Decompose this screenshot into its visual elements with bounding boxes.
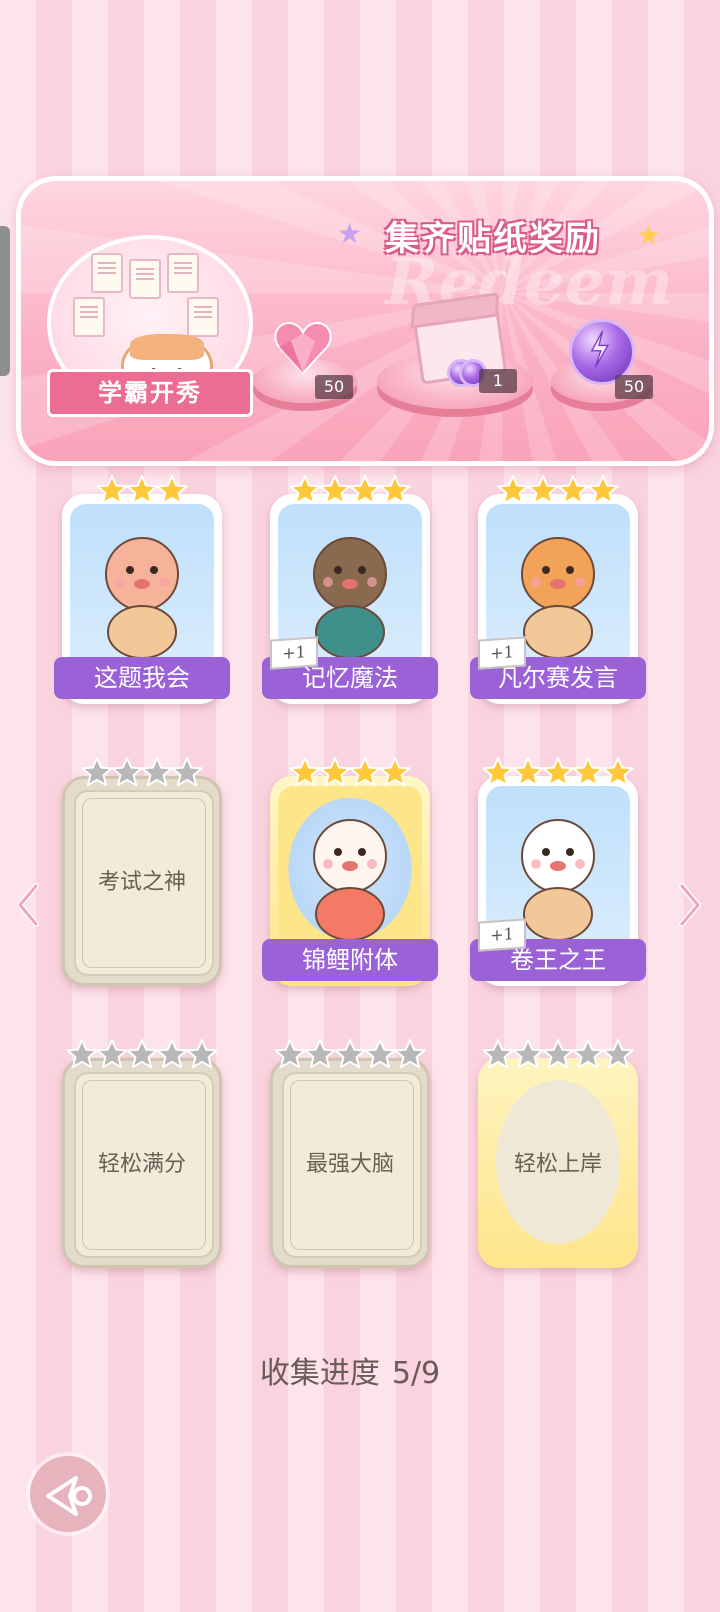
star-icon — [572, 756, 604, 788]
star-icon — [289, 756, 321, 788]
paper-icon — [129, 259, 161, 299]
sticker-name: 锦鲤附体 — [262, 939, 438, 981]
sticker-name: 轻松满分 — [97, 1152, 186, 1177]
star-icon — [497, 474, 529, 506]
back-arrow-icon — [46, 1476, 92, 1516]
sticker-name: 考试之神 — [97, 870, 186, 895]
back-button[interactable] — [30, 1456, 106, 1532]
star-icon — [542, 756, 574, 788]
paper-icon — [187, 297, 219, 337]
star-icon — [379, 474, 411, 506]
progress-label: 收集进度 — [259, 1356, 380, 1391]
star-icon — [96, 474, 128, 506]
sticker-name: 轻松上岸 — [513, 1152, 602, 1177]
star-icon — [319, 474, 351, 506]
star-icon — [482, 1038, 514, 1070]
star-icon — [126, 1038, 158, 1070]
bear-koi-icon — [278, 786, 422, 952]
progress-value: 5/9 — [391, 1356, 441, 1391]
sticker-card[interactable]: 轻松上岸 — [478, 1038, 638, 1268]
star-icon — [96, 1038, 128, 1070]
reward-count: 1 — [479, 369, 517, 393]
star-rating — [270, 474, 430, 508]
sticker-card[interactable]: 凡尔赛发言 +1 — [470, 474, 646, 704]
star-icon — [512, 756, 544, 788]
star-icon — [186, 1038, 218, 1070]
star-rating — [270, 756, 430, 790]
collection-progress: 收集进度 5/9 — [0, 1348, 700, 1392]
star-icon — [141, 756, 173, 788]
sticker-card[interactable]: 记忆魔法 +1 — [262, 474, 438, 704]
star-icon — [274, 1038, 306, 1070]
paper-icon — [91, 253, 123, 293]
sticker-card[interactable]: 卷王之王 +1 — [470, 756, 646, 986]
reward-banner: Redeem ★ 集齐贴纸奖励 ★ 学霸开秀 50 1 50 — [16, 176, 714, 466]
star-icon — [542, 1038, 574, 1070]
star-decoration-icon: ★ — [337, 217, 363, 250]
star-icon — [126, 474, 158, 506]
paper-icon — [167, 253, 199, 293]
star-icon — [364, 1038, 396, 1070]
star-icon — [512, 1038, 544, 1070]
star-icon — [394, 1038, 426, 1070]
star-icon — [379, 756, 411, 788]
star-icon — [482, 756, 514, 788]
star-decoration-icon: ★ — [637, 221, 661, 251]
star-icon — [171, 756, 203, 788]
star-icon — [602, 1038, 634, 1070]
star-icon — [602, 756, 634, 788]
star-icon — [527, 474, 559, 506]
banner-title: 集齐贴纸奖励 — [385, 219, 601, 259]
star-icon — [289, 474, 321, 506]
arrow-right-icon[interactable] — [676, 882, 704, 928]
star-icon — [156, 1038, 188, 1070]
paper-icon — [73, 297, 105, 337]
star-icon — [572, 1038, 604, 1070]
side-tab-handle[interactable] — [0, 226, 10, 376]
star-icon — [66, 1038, 98, 1070]
heart-gem-icon — [274, 321, 332, 375]
star-rating — [478, 474, 638, 508]
reward-count: 50 — [315, 375, 353, 399]
duplicate-count-badge: +1 — [478, 636, 526, 670]
star-icon — [349, 756, 381, 788]
star-rating — [270, 1038, 430, 1072]
bear-at-desk-icon — [70, 504, 214, 670]
reward-count: 50 — [615, 375, 653, 399]
star-icon — [111, 756, 143, 788]
sticker-name: 最强大脑 — [305, 1152, 394, 1177]
star-icon — [334, 1038, 366, 1070]
sticker-card[interactable]: 锦鲤附体 — [262, 756, 438, 986]
duplicate-count-badge: +1 — [270, 636, 318, 670]
star-icon — [156, 474, 188, 506]
star-icon — [557, 474, 589, 506]
star-icon — [587, 474, 619, 506]
star-icon — [319, 756, 351, 788]
arrow-left-icon[interactable] — [14, 882, 42, 928]
star-rating — [478, 1038, 638, 1072]
sticker-card[interactable]: 这题我会 — [54, 474, 230, 704]
star-rating — [478, 756, 638, 790]
sticker-name: 这题我会 — [54, 657, 230, 699]
star-icon — [349, 474, 381, 506]
sticker-card[interactable]: 考试之神 — [62, 756, 222, 986]
sticker-card[interactable]: 最强大脑 — [270, 1038, 430, 1268]
star-icon — [304, 1038, 336, 1070]
sticker-card[interactable]: 轻松满分 — [62, 1038, 222, 1268]
star-rating — [62, 474, 222, 508]
star-icon — [81, 756, 113, 788]
star-rating — [62, 1038, 222, 1072]
star-rating — [62, 756, 222, 790]
badge-label: 学霸开秀 — [47, 369, 253, 417]
duplicate-count-badge: +1 — [478, 918, 526, 952]
